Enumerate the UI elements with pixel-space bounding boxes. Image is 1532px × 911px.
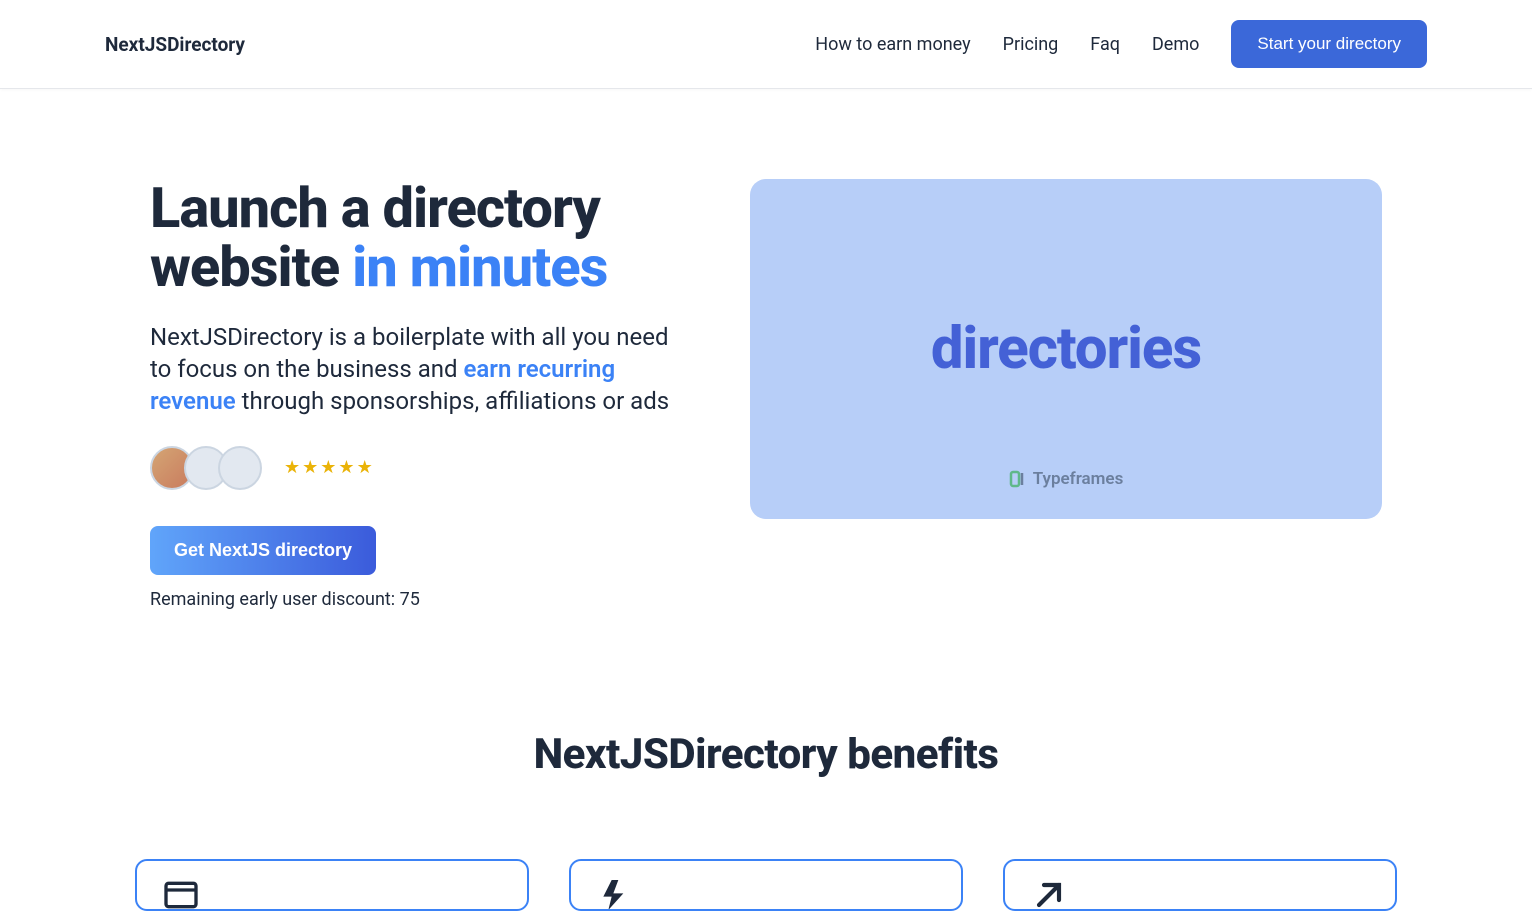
discount-count: 75 [400, 589, 420, 610]
star-icon: ★ [284, 457, 300, 478]
hero-section: Launch a directory website in minutes Ne… [0, 89, 1532, 670]
hero-subtitle-part2: through sponsorships, affiliations or ad… [236, 387, 669, 415]
typeframes-brand: Typeframes [1009, 469, 1124, 489]
nav-faq[interactable]: Faq [1090, 34, 1120, 55]
nav-earn-money[interactable]: How to earn money [815, 34, 970, 55]
discount-text: Remaining early user discount: 75 [150, 589, 690, 610]
star-icon: ★ [357, 457, 373, 478]
nav-demo[interactable]: Demo [1152, 34, 1199, 55]
typeframes-label: Typeframes [1033, 469, 1124, 489]
benefits-cards [0, 779, 1532, 911]
browser-icon [161, 875, 201, 911]
hero-preview: directories Typeframes [750, 179, 1382, 519]
discount-label: Remaining early user discount: [150, 589, 400, 610]
avatar [218, 446, 262, 490]
hero-content: Launch a directory website in minutes Ne… [150, 179, 690, 610]
start-directory-button[interactable]: Start your directory [1231, 20, 1427, 68]
logo[interactable]: NextJSDirectory [105, 33, 245, 56]
benefits-title: NextJSDirectory benefits [0, 730, 1532, 779]
hero-title-accent: in minutes [352, 234, 607, 300]
main-nav: How to earn money Pricing Faq Demo Start… [815, 20, 1427, 68]
benefit-card [135, 859, 529, 911]
preview-title: directories [931, 315, 1201, 383]
rating-stars: ★ ★ ★ ★ ★ [284, 457, 373, 478]
hero-title-line2a: website [150, 234, 352, 300]
benefit-card [1003, 859, 1397, 911]
typeframes-icon [1009, 470, 1025, 488]
hero-subtitle: NextJSDirectory is a boilerplate with al… [150, 321, 690, 418]
nav-pricing[interactable]: Pricing [1003, 34, 1059, 55]
hero-title: Launch a directory website in minutes [150, 179, 690, 297]
arrow-up-right-icon [1029, 875, 1069, 911]
benefit-card [569, 859, 963, 911]
get-nextjs-directory-button[interactable]: Get NextJS directory [150, 526, 376, 575]
site-header: NextJSDirectory How to earn money Pricin… [0, 0, 1532, 89]
star-icon: ★ [320, 457, 336, 478]
star-icon: ★ [302, 457, 318, 478]
hero-title-line1: Launch a directory [150, 175, 600, 241]
star-icon: ★ [338, 457, 354, 478]
avatars [150, 446, 262, 490]
speed-icon [595, 875, 635, 911]
social-proof: ★ ★ ★ ★ ★ [150, 446, 690, 490]
